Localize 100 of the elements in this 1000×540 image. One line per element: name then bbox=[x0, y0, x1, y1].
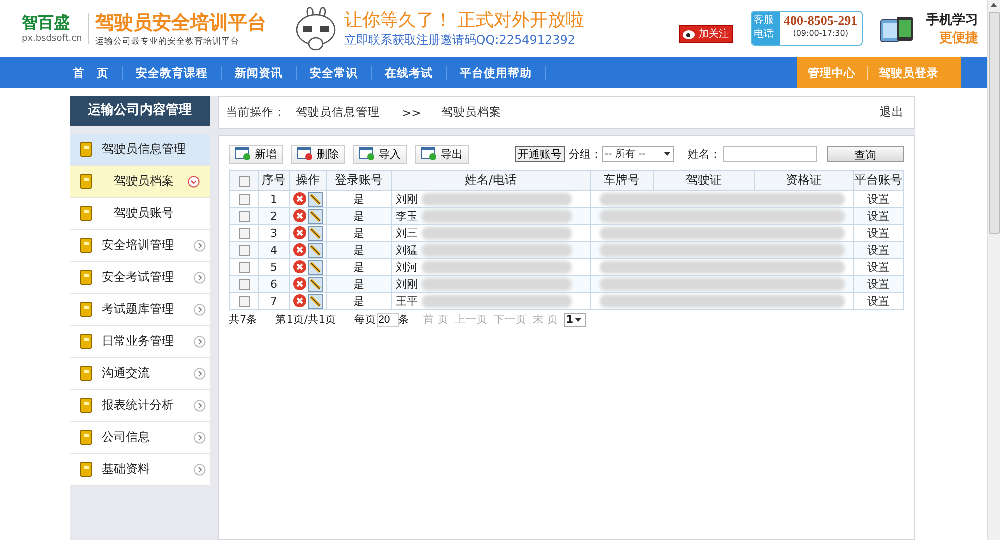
group-dropdown[interactable]: -- 所有 -- bbox=[602, 146, 674, 162]
edit-pencil-icon[interactable] bbox=[308, 276, 323, 292]
scroll-thumb[interactable] bbox=[988, 12, 1000, 234]
table-cell: 刘刚 bbox=[396, 278, 418, 290]
row-checkbox[interactable] bbox=[238, 244, 250, 256]
toolbar-button[interactable]: 新增 bbox=[229, 144, 283, 164]
table-cell: 6 bbox=[258, 276, 290, 292]
name-field[interactable] bbox=[723, 146, 817, 162]
table-cell: 刘刚 bbox=[396, 192, 418, 206]
row-checkbox[interactable] bbox=[238, 262, 250, 273]
delete-icon[interactable] bbox=[293, 192, 307, 206]
breadcrumb-link[interactable]: 驾驶员信息管理 bbox=[296, 105, 380, 120]
notebook-icon bbox=[80, 462, 92, 477]
delete-icon[interactable] bbox=[293, 209, 307, 223]
sidebar-item[interactable]: 报表统计分析 bbox=[70, 390, 210, 422]
delete-icon[interactable] bbox=[293, 277, 307, 291]
notebook-icon bbox=[80, 270, 92, 285]
page-dropdown[interactable]: 1 bbox=[564, 313, 586, 327]
select-all-checkbox[interactable] bbox=[238, 176, 250, 187]
nav-link[interactable]: 安全教育课程 bbox=[123, 66, 222, 80]
chevron-right-icon bbox=[194, 432, 206, 444]
notebook-icon bbox=[80, 430, 92, 445]
chevron-right-icon bbox=[194, 272, 206, 284]
table-cell: 是 bbox=[326, 276, 392, 292]
name-label: 姓名： bbox=[688, 146, 721, 162]
group-label: 分组： bbox=[569, 146, 602, 162]
open-account-button[interactable]: 开通账号 bbox=[515, 146, 565, 162]
table-cell: 是 bbox=[326, 242, 392, 258]
nav-link[interactable]: 在线考试 bbox=[372, 66, 447, 80]
follow-button[interactable]: 加关注 bbox=[679, 24, 733, 42]
dropdown-caret-icon bbox=[574, 318, 582, 322]
query-button[interactable]: 查询 bbox=[827, 146, 904, 162]
scrollbar[interactable] bbox=[987, 0, 1000, 540]
row-checkbox[interactable] bbox=[238, 194, 250, 205]
delete-icon[interactable] bbox=[293, 226, 307, 240]
column-header: 平台账号 bbox=[854, 170, 904, 190]
column-header: 序号 bbox=[258, 170, 290, 190]
breadcrumb-label: 当前操作： bbox=[226, 105, 286, 120]
edit-pencil-icon[interactable] bbox=[308, 226, 323, 240]
notebook-icon bbox=[80, 206, 92, 221]
row-checkbox[interactable] bbox=[238, 278, 250, 290]
promo-subline: 立即联系获取注册邀请码QQ:2254912392 bbox=[344, 32, 577, 49]
column-header: 操作 bbox=[290, 170, 326, 190]
site-title: 驾驶员安全培训平台 bbox=[95, 10, 266, 36]
per-page-field[interactable]: 20 bbox=[376, 313, 399, 327]
table-cell: 4 bbox=[258, 242, 290, 258]
notebook-icon bbox=[80, 174, 92, 189]
sidebar-item[interactable]: 基础资料 bbox=[70, 454, 210, 486]
edit-pencil-icon[interactable] bbox=[308, 208, 323, 224]
chevron-right-icon bbox=[194, 464, 206, 476]
breadcrumb-link[interactable]: 驾驶员档案 bbox=[441, 105, 502, 120]
notebook-icon bbox=[80, 238, 92, 253]
nav-link[interactable]: 平台使用帮助 bbox=[447, 66, 546, 80]
total-count: 共7条 bbox=[229, 313, 258, 327]
sidebar-item[interactable]: 安全考试管理 bbox=[70, 262, 210, 294]
table-cell: 刘河 bbox=[396, 260, 418, 274]
hotline-hours: (09:00-17:30) bbox=[793, 29, 848, 38]
row-checkbox[interactable] bbox=[238, 228, 250, 239]
row-checkbox[interactable] bbox=[238, 296, 250, 307]
nav-link[interactable]: 新闻资讯 bbox=[222, 66, 297, 80]
toolbar-button[interactable]: 导入 bbox=[353, 144, 407, 164]
delete-icon[interactable] bbox=[293, 260, 307, 274]
toolbar-button[interactable]: 删除 bbox=[291, 144, 345, 164]
row-checkbox[interactable] bbox=[238, 210, 250, 222]
mobile-learning-text: 手机学习 bbox=[926, 12, 979, 28]
edit-pencil-icon[interactable] bbox=[308, 294, 323, 308]
sidebar-subitem[interactable]: 驾驶员档案 bbox=[70, 166, 210, 198]
sidebar-item[interactable]: 沟通交流 bbox=[70, 358, 210, 390]
notebook-icon bbox=[80, 142, 92, 157]
table-cell: 刘三 bbox=[396, 226, 418, 240]
domain-text: px.bsdsoft.cn bbox=[22, 34, 82, 44]
column-header: 登录账号 bbox=[326, 170, 392, 190]
per-page-unit: 条 bbox=[398, 313, 410, 327]
edit-pencil-icon[interactable] bbox=[308, 242, 323, 258]
sidebar-item[interactable]: 公司信息 bbox=[70, 422, 210, 454]
delete-icon[interactable] bbox=[293, 294, 307, 308]
notebook-icon bbox=[80, 366, 92, 381]
sidebar-subitem[interactable]: 驾驶员账号 bbox=[70, 198, 210, 230]
chevron-right-icon bbox=[194, 304, 206, 316]
sidebar-item[interactable]: 安全培训管理 bbox=[70, 230, 210, 262]
hotline-number: 400-8505-291 bbox=[784, 13, 858, 29]
sidebar-item[interactable]: 驾驶员信息管理 bbox=[70, 134, 210, 166]
mobile-slogan: 更便捷 bbox=[940, 30, 979, 46]
sidebar-item[interactable]: 考试题库管理 bbox=[70, 294, 210, 326]
breadcrumb-separator: >> bbox=[402, 106, 422, 120]
edit-pencil-icon[interactable] bbox=[308, 192, 323, 206]
logout-link[interactable]: 退出 bbox=[880, 105, 904, 120]
chevron-right-icon bbox=[194, 400, 206, 412]
window-icon bbox=[235, 147, 251, 161]
window-icon bbox=[421, 147, 437, 161]
sidebar-item[interactable]: 日常业务管理 bbox=[70, 326, 210, 358]
edit-pencil-icon[interactable] bbox=[308, 260, 323, 274]
dropdown-caret-icon bbox=[664, 152, 671, 156]
column-header: 驾驶证 bbox=[654, 170, 754, 190]
sidebar-title: 运输公司内容管理 bbox=[70, 96, 210, 126]
nav-link[interactable]: 安全常识 bbox=[297, 66, 372, 80]
delete-icon[interactable] bbox=[293, 243, 307, 257]
table-cell: 王平 bbox=[396, 294, 418, 308]
nav-link[interactable]: 首 页 bbox=[60, 66, 123, 80]
toolbar-button[interactable]: 导出 bbox=[415, 144, 469, 164]
